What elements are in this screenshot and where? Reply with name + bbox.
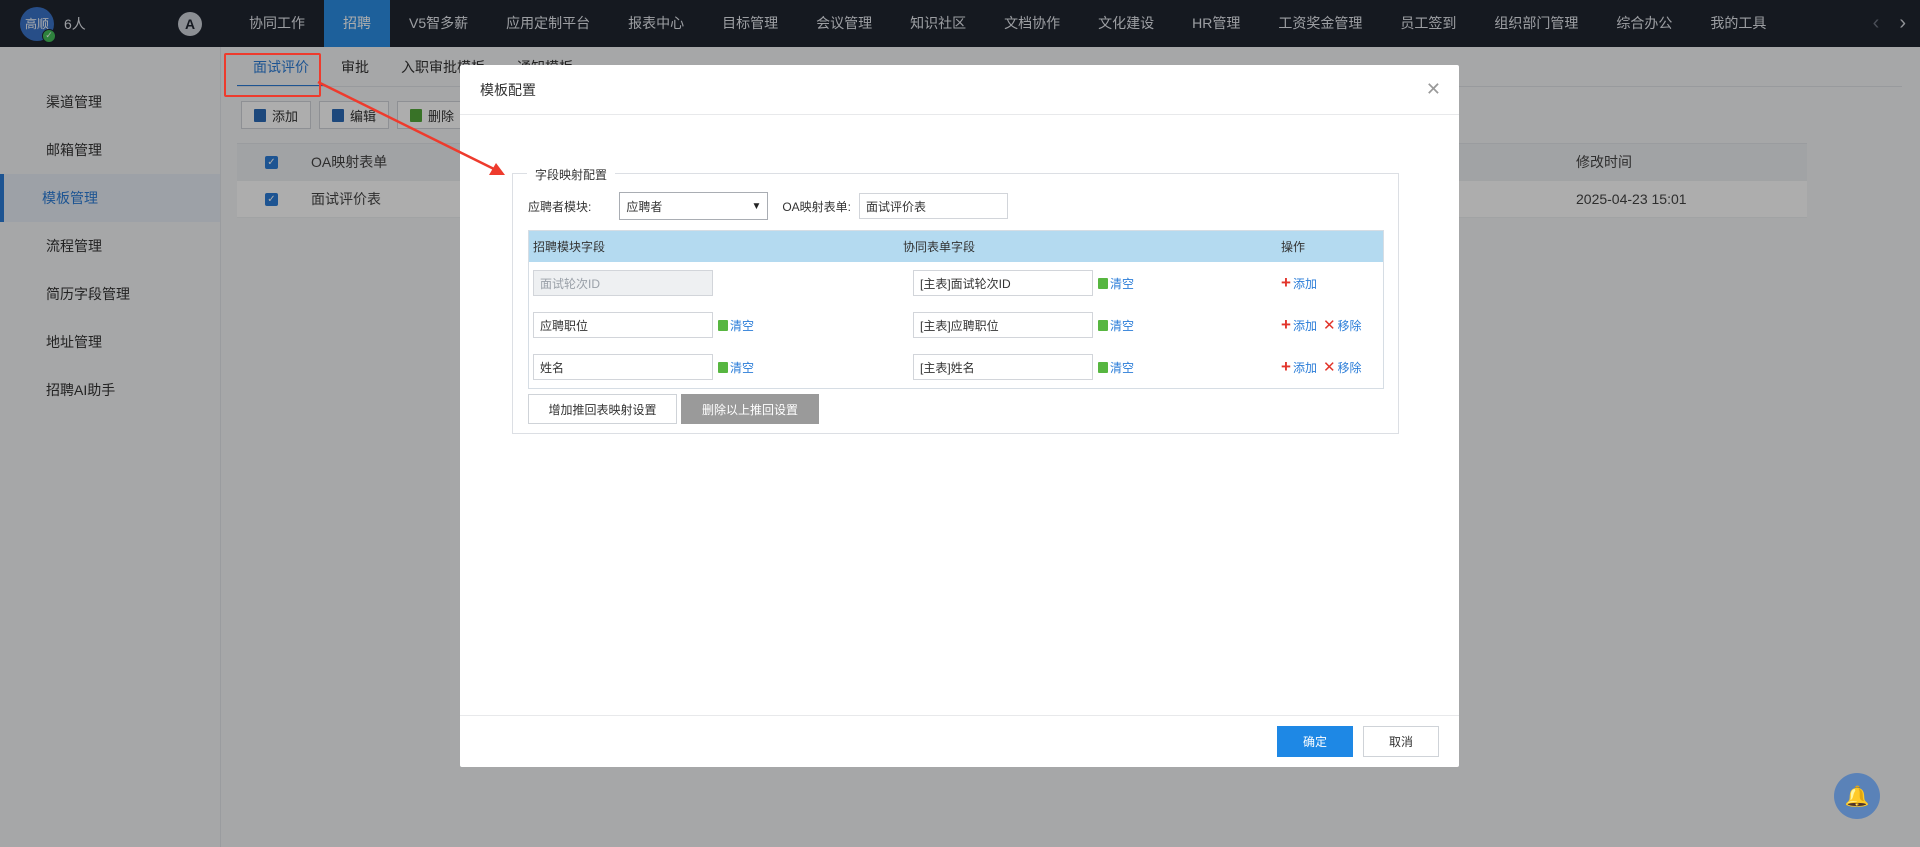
- form-field-input[interactable]: [主表]面试轮次ID: [913, 270, 1093, 296]
- add-row-button[interactable]: + 添加: [1281, 273, 1317, 292]
- trash-icon: [1098, 361, 1108, 373]
- recruit-field-value: 姓名: [540, 360, 565, 375]
- mapping-row: 应聘职位 清空 [主表]应聘职位 清空 + 添加 ✕ 移除: [529, 304, 1383, 346]
- add-row-button[interactable]: + 添加: [1281, 357, 1317, 376]
- remove-row-button[interactable]: ✕ 移除: [1317, 358, 1362, 376]
- form-field-input[interactable]: [主表]姓名: [913, 354, 1093, 380]
- recruit-field-value: 面试轮次ID: [540, 276, 601, 291]
- form-field-value: [主表]应聘职位: [920, 318, 999, 333]
- field-mapping-fieldset: 字段映射配置 应聘者模块: 应聘者 ▼ OA映射表单: 面试评价表 招聘模块字段…: [512, 166, 1399, 434]
- clear-label: 清空: [1110, 318, 1135, 333]
- mapping-row: 面试轮次ID [主表]面试轮次ID 清空 + 添加: [529, 262, 1383, 304]
- remove-row-button[interactable]: ✕ 移除: [1317, 316, 1362, 334]
- clear-recruit-field-button[interactable]: 清空: [718, 359, 754, 376]
- col-form-field: 协同表单字段: [903, 240, 976, 254]
- recruit-field-value: 应聘职位: [540, 318, 589, 333]
- plus-icon: +: [1281, 357, 1291, 376]
- notification-bell-icon[interactable]: 🔔: [1834, 773, 1880, 819]
- mapping-table-header: 招聘模块字段 协同表单字段 操作: [529, 231, 1383, 262]
- add-label: 添加: [1292, 360, 1317, 375]
- trash-icon: [718, 319, 728, 331]
- module-label: 应聘者模块:: [528, 199, 592, 214]
- remove-label: 移除: [1337, 318, 1362, 333]
- col-operations: 操作: [1281, 240, 1306, 254]
- clear-form-field-button[interactable]: 清空: [1098, 317, 1134, 334]
- ok-button[interactable]: 确定: [1277, 726, 1353, 757]
- module-select-value: 应聘者: [626, 199, 663, 214]
- annotation-highlight-box: [224, 53, 321, 97]
- template-config-dialog: 模板配置 ✕ 字段映射配置 应聘者模块: 应聘者 ▼ OA映射表单: 面试评价表…: [460, 65, 1459, 767]
- oa-form-value: 面试评价表: [866, 199, 927, 214]
- mapping-actions: 增加推回表映射设置 删除以上推回设置: [528, 394, 819, 424]
- trash-icon: [1098, 277, 1108, 289]
- recruit-field-input[interactable]: 应聘职位: [533, 312, 713, 338]
- remove-label: 移除: [1337, 360, 1362, 375]
- close-icon[interactable]: ✕: [1426, 79, 1441, 100]
- clear-form-field-button[interactable]: 清空: [1098, 359, 1134, 376]
- form-field-value: [主表]面试轮次ID: [920, 276, 1011, 291]
- remove-x-icon: ✕: [1322, 317, 1336, 334]
- col-recruit-field: 招聘模块字段: [533, 240, 606, 254]
- dialog-header: 模板配置: [460, 65, 1459, 115]
- add-row-button[interactable]: + 添加: [1281, 315, 1317, 334]
- trash-icon: [718, 361, 728, 373]
- mapping-table: 招聘模块字段 协同表单字段 操作 面试轮次ID [主表]面试轮次ID 清空 + 添…: [528, 230, 1384, 389]
- trash-icon: [1098, 319, 1108, 331]
- dialog-footer: 确定 取消: [460, 715, 1459, 767]
- clear-recruit-field-button[interactable]: 清空: [718, 317, 754, 334]
- clear-label: 清空: [1110, 276, 1135, 291]
- mapping-row: 姓名 清空 [主表]姓名 清空 + 添加 ✕ 移除: [529, 346, 1383, 388]
- add-mapping-button[interactable]: 增加推回表映射设置: [528, 394, 677, 424]
- recruit-field-input[interactable]: 姓名: [533, 354, 713, 380]
- dialog-title: 模板配置: [480, 81, 536, 98]
- cancel-button[interactable]: 取消: [1363, 726, 1439, 757]
- plus-icon: +: [1281, 315, 1291, 334]
- chevron-down-icon: ▼: [751, 200, 762, 212]
- clear-label: 清空: [730, 318, 755, 333]
- module-select[interactable]: 应聘者 ▼: [619, 192, 769, 220]
- form-field-value: [主表]姓名: [920, 360, 975, 375]
- mapping-header-form: 应聘者模块: 应聘者 ▼ OA映射表单: 面试评价表: [528, 192, 1009, 220]
- clear-form-field-button[interactable]: 清空: [1098, 275, 1134, 292]
- add-label: 添加: [1292, 276, 1317, 291]
- add-label: 添加: [1292, 318, 1317, 333]
- clear-label: 清空: [730, 360, 755, 375]
- fieldset-legend: 字段映射配置: [527, 166, 616, 183]
- oa-form-label: OA映射表单:: [782, 199, 852, 214]
- form-field-input[interactable]: [主表]应聘职位: [913, 312, 1093, 338]
- recruit-field-input: 面试轮次ID: [533, 270, 713, 296]
- oa-form-input[interactable]: 面试评价表: [859, 193, 1009, 219]
- clear-label: 清空: [1110, 360, 1135, 375]
- delete-mapping-button[interactable]: 删除以上推回设置: [681, 394, 819, 424]
- plus-icon: +: [1281, 273, 1291, 292]
- remove-x-icon: ✕: [1322, 359, 1336, 376]
